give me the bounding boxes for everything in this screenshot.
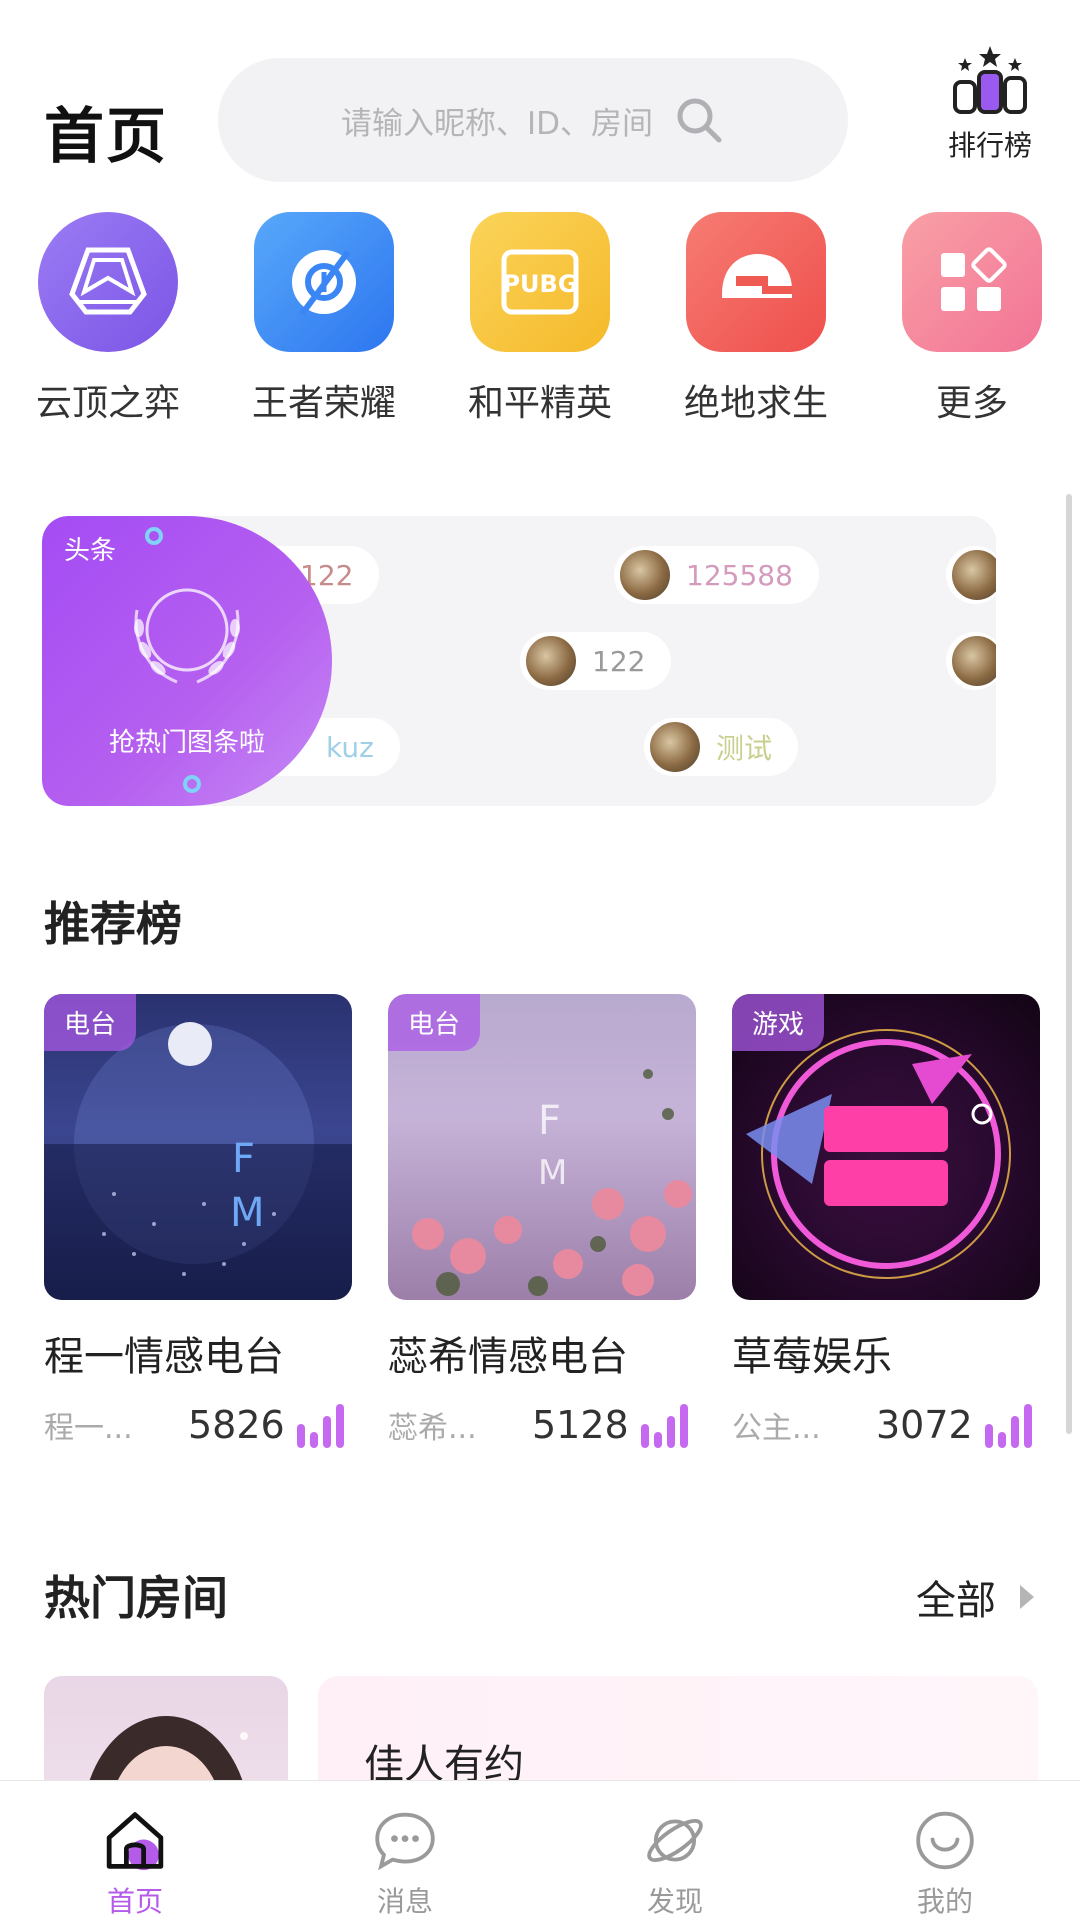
tab-label: 消息 <box>376 1885 433 1918</box>
game-label: 和平精英 <box>467 383 612 424</box>
tab-profile[interactable]: 我的 <box>810 1781 1080 1920</box>
recommend-card[interactable]: F M 电台 程一情感电台 程一... 5826 <box>44 994 352 1448</box>
headline-chip[interactable] <box>946 632 996 690</box>
search-input[interactable]: 请输入昵称、ID、房间 <box>218 58 848 182</box>
game-label: 云顶之弈 <box>35 383 180 424</box>
more-grid-icon <box>902 212 1042 352</box>
pubg-icon: PUBG <box>470 212 610 352</box>
decor-ring-icon <box>183 775 201 793</box>
avatar <box>950 634 996 688</box>
card-owner: 程一... <box>44 1411 133 1446</box>
page-title: 首页 <box>44 102 168 172</box>
svg-text:M: M <box>230 1190 265 1236</box>
headline-tag: 头条 <box>64 536 117 566</box>
view-all-label: 全部 <box>916 1578 996 1624</box>
decor-ring-icon <box>145 527 163 545</box>
tab-discover[interactable]: 发现 <box>540 1781 810 1920</box>
headline-banner[interactable]: 122 125588 122 测试 kuz 头条 抢热门图条啦 <box>42 516 996 806</box>
ranking-label: 排行榜 <box>947 129 1032 162</box>
headline-chip[interactable]: 125588 <box>614 546 819 604</box>
card-tag: 电台 <box>388 994 481 1051</box>
avatar <box>618 548 672 602</box>
chat-bubble-icon <box>375 1812 435 1871</box>
tab-label: 发现 <box>646 1885 703 1918</box>
card-count: 3072 <box>876 1403 973 1447</box>
tab-messages[interactable]: 消息 <box>270 1781 540 1920</box>
bottom-tab-bar: 首页 消息 发现 我的 <box>0 1780 1080 1920</box>
ranking-icon <box>953 46 1027 114</box>
chip-text: 测试 <box>716 732 773 765</box>
helmet-icon <box>686 212 826 352</box>
popularity-bars-icon <box>296 1404 344 1448</box>
cover-image: F M 电台 <box>44 994 352 1300</box>
svg-text:PUBG: PUBG <box>502 270 577 298</box>
smile-icon <box>916 1811 974 1870</box>
scrollbar[interactable] <box>1066 494 1072 1434</box>
view-all-button[interactable]: 全部 <box>916 1568 1036 1626</box>
game-item-pubg[interactable]: 绝地求生 <box>656 212 856 426</box>
svg-text:F: F <box>538 1098 561 1144</box>
cover-image: F M 电台 <box>388 994 696 1300</box>
popularity-bars-icon <box>984 1404 1032 1448</box>
card-owner: 公主... <box>732 1411 821 1446</box>
tab-home[interactable]: 首页 <box>0 1781 270 1920</box>
headline-promo[interactable]: 头条 抢热门图条啦 <box>42 516 332 806</box>
game-item-honor-of-kings[interactable]: 王者荣耀 <box>224 212 424 426</box>
chevron-right-icon <box>1020 1585 1034 1609</box>
tab-label: 我的 <box>916 1885 973 1918</box>
recommend-card[interactable]: F M 电台 蕊希情感电台 蕊希... 5128 <box>388 994 696 1448</box>
card-title: 程一情感电台 <box>44 1334 284 1380</box>
card-count: 5826 <box>188 1403 285 1447</box>
card-count: 5128 <box>532 1403 629 1447</box>
svg-text:F: F <box>232 1136 255 1182</box>
chip-text: 125588 <box>686 558 793 592</box>
game-item-more[interactable]: 更多 <box>872 212 1072 426</box>
avatar <box>648 720 702 774</box>
card-tag: 游戏 <box>732 994 825 1051</box>
ranking-button[interactable]: 排行榜 <box>930 44 1050 164</box>
headline-chip[interactable]: 测试 <box>644 718 799 776</box>
game-label: 王者荣耀 <box>251 383 396 424</box>
card-meta: 蕊希... 5128 <box>388 1402 696 1448</box>
chip-text: 122 <box>592 644 646 678</box>
game-item-pubg-mobile[interactable]: PUBG 和平精英 <box>440 212 640 426</box>
game-label: 更多 <box>935 383 1008 424</box>
search-placeholder: 请输入昵称、ID、房间 <box>340 105 653 142</box>
card-tag: 电台 <box>44 994 137 1051</box>
card-owner: 蕊希... <box>388 1411 477 1446</box>
card-meta: 公主... 3072 <box>732 1402 1040 1448</box>
card-title: 草莓娱乐 <box>732 1334 892 1380</box>
game-item-tft[interactable]: 云顶之弈 <box>8 212 208 426</box>
avatar <box>524 634 578 688</box>
cover-image: 游戏 <box>732 994 1040 1300</box>
headline-chip[interactable] <box>946 546 996 604</box>
recommend-title: 推荐榜 <box>44 897 182 951</box>
svg-text:M: M <box>538 1153 567 1193</box>
headline-chip[interactable]: 122 <box>520 632 672 690</box>
hot-rooms-title: 热门房间 <box>44 1571 228 1625</box>
recommend-card[interactable]: 游戏 草莓娱乐 公主... 3072 <box>732 994 1040 1448</box>
popularity-bars-icon <box>640 1404 688 1448</box>
home-icon <box>106 1812 164 1871</box>
laurel-icon <box>134 588 240 684</box>
tft-icon <box>38 212 178 352</box>
card-meta: 程一... 5826 <box>44 1402 352 1448</box>
top-header: 首页 请输入昵称、ID、房间 排行榜 <box>0 0 1080 200</box>
planet-icon <box>647 1819 703 1862</box>
tab-label: 首页 <box>106 1885 163 1918</box>
headline-promo-text: 抢热门图条啦 <box>108 728 265 758</box>
game-label: 绝地求生 <box>683 383 828 424</box>
avatar <box>950 548 996 602</box>
game-category-row: 云顶之弈 王者荣耀 PUBG 和平精英 绝地求生 更多 <box>0 212 1080 424</box>
search-icon <box>677 98 722 143</box>
honor-of-kings-icon <box>254 212 394 352</box>
card-title: 蕊希情感电台 <box>388 1334 628 1380</box>
